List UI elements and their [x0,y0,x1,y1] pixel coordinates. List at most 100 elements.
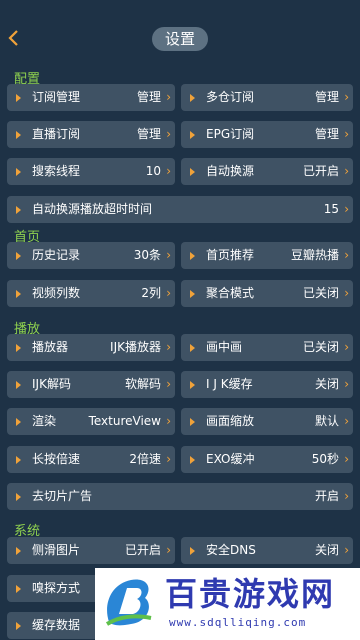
item-label: 自动换源 [206,164,255,178]
item-label: 聚合模式 [206,286,255,300]
item-value: 2列 [141,286,161,300]
ijk-cache-item[interactable]: I J K缓存 关闭 › [181,371,353,398]
item-value: 关闭 [314,377,339,391]
item-label: 去切片广告 [32,489,93,503]
back-button[interactable] [6,28,22,48]
bullet-icon [190,547,195,555]
pip-item[interactable]: 画中画 已关闭 › [181,334,353,361]
render-item[interactable]: 渲染 TextureView › [7,408,175,435]
long-press-speed-item[interactable]: 长按倍速 2倍速 › [7,446,175,473]
bullet-icon [16,344,21,352]
bullet-icon [190,418,195,426]
chevron-right-icon: › [166,340,171,354]
item-label: 长按倍速 [32,452,81,466]
item-value: 管理 [314,127,339,141]
top-bar: 设置 [0,0,360,60]
item-label: 订阅管理 [32,90,81,104]
bullet-icon [16,456,21,464]
history-item[interactable]: 历史记录 30条 › [7,242,175,269]
chevron-right-icon: › [344,543,349,557]
item-value: 默认 [314,414,339,428]
item-label: 历史记录 [32,248,81,262]
bullet-icon [16,418,21,426]
watermark-text: 百贵游戏网 [165,575,336,613]
bullet-icon [16,168,21,176]
item-label: 侧滑图片 [32,543,81,557]
item-value: 已开启 [302,164,339,178]
item-value: 豆瓣热播 [290,248,339,262]
item-label: 自动换源播放超时时间 [32,202,153,216]
bullet-icon [16,206,21,214]
chevron-right-icon: › [344,286,349,300]
auto-switch-item[interactable]: 自动换源 已开启 › [181,158,353,185]
bullet-icon [16,585,21,593]
multi-sub-item[interactable]: 多仓订阅 管理 › [181,84,353,111]
bullet-icon [16,290,21,298]
aggregate-mode-item[interactable]: 聚合模式 已关闭 › [181,280,353,307]
bullet-icon [16,131,21,139]
ijk-decode-item[interactable]: IJK解码 软解码 › [7,371,175,398]
watermark-logo-icon [105,579,152,626]
bullet-icon [190,381,195,389]
epg-sub-item[interactable]: EPG订阅 管理 › [181,121,353,148]
item-value: 10 [145,164,161,178]
bullet-icon [16,94,21,102]
chevron-right-icon: › [344,377,349,391]
chevron-right-icon: › [166,286,171,300]
item-value: 关闭 [314,543,339,557]
chevron-right-icon: › [166,90,171,104]
item-value: 已关闭 [302,340,339,354]
bullet-icon [16,622,21,630]
item-value: 开启 [314,489,339,503]
chevron-right-icon: › [344,202,349,216]
item-label: 画中画 [206,340,243,354]
bullet-icon [16,547,21,555]
side-image-item[interactable]: 侧滑图片 已开启 › [7,537,175,564]
chevron-right-icon: › [344,90,349,104]
exo-buffer-item[interactable]: EXO缓冲 50秒 › [181,446,353,473]
item-label: 缓存数据 [32,618,81,632]
watermark-url: www.sdqlliqing.com [169,616,307,629]
item-label: 视频列数 [32,286,81,300]
bullet-icon [16,381,21,389]
secure-dns-item[interactable]: 安全DNS 关闭 › [181,537,353,564]
scale-item[interactable]: 画面缩放 默认 › [181,408,353,435]
bullet-icon [190,456,195,464]
item-label: 多仓订阅 [206,90,255,104]
skip-ads-item[interactable]: 去切片广告 开启 › [7,483,353,510]
watermark-overlay: 百贵游戏网 www.sdqlliqing.com [95,568,360,640]
item-value: 已开启 [124,543,161,557]
bullet-icon [16,252,21,260]
bullet-icon [190,131,195,139]
search-threads-item[interactable]: 搜索线程 10 › [7,158,175,185]
chevron-right-icon: › [344,248,349,262]
item-value: 2倍速 [129,452,161,466]
item-label: EXO缓冲 [206,452,255,466]
item-label: I J K缓存 [206,377,253,391]
item-label: 安全DNS [206,543,256,557]
chevron-right-icon: › [166,414,171,428]
chevron-right-icon: › [166,452,171,466]
chevron-right-icon: › [344,164,349,178]
item-value: 管理 [136,90,161,104]
item-label: 播放器 [32,340,69,354]
chevron-right-icon: › [166,127,171,141]
item-value: 50秒 [311,452,339,466]
auto-switch-timeout-item[interactable]: 自动换源播放超时时间 15 › [7,196,353,223]
bullet-icon [190,252,195,260]
live-sub-item[interactable]: 直播订阅 管理 › [7,121,175,148]
chevron-left-icon [8,30,18,46]
item-label: 嗅探方式 [32,581,81,595]
item-label: 搜索线程 [32,164,81,178]
home-recommend-item[interactable]: 首页推荐 豆瓣热播 › [181,242,353,269]
item-label: EPG订阅 [206,127,255,141]
video-columns-item[interactable]: 视频列数 2列 › [7,280,175,307]
chevron-right-icon: › [166,377,171,391]
chevron-right-icon: › [344,340,349,354]
player-item[interactable]: 播放器 IJK播放器 › [7,334,175,361]
chevron-right-icon: › [344,452,349,466]
sub-manage-item[interactable]: 订阅管理 管理 › [7,84,175,111]
item-label: 直播订阅 [32,127,81,141]
bullet-icon [16,493,21,501]
chevron-right-icon: › [166,248,171,262]
